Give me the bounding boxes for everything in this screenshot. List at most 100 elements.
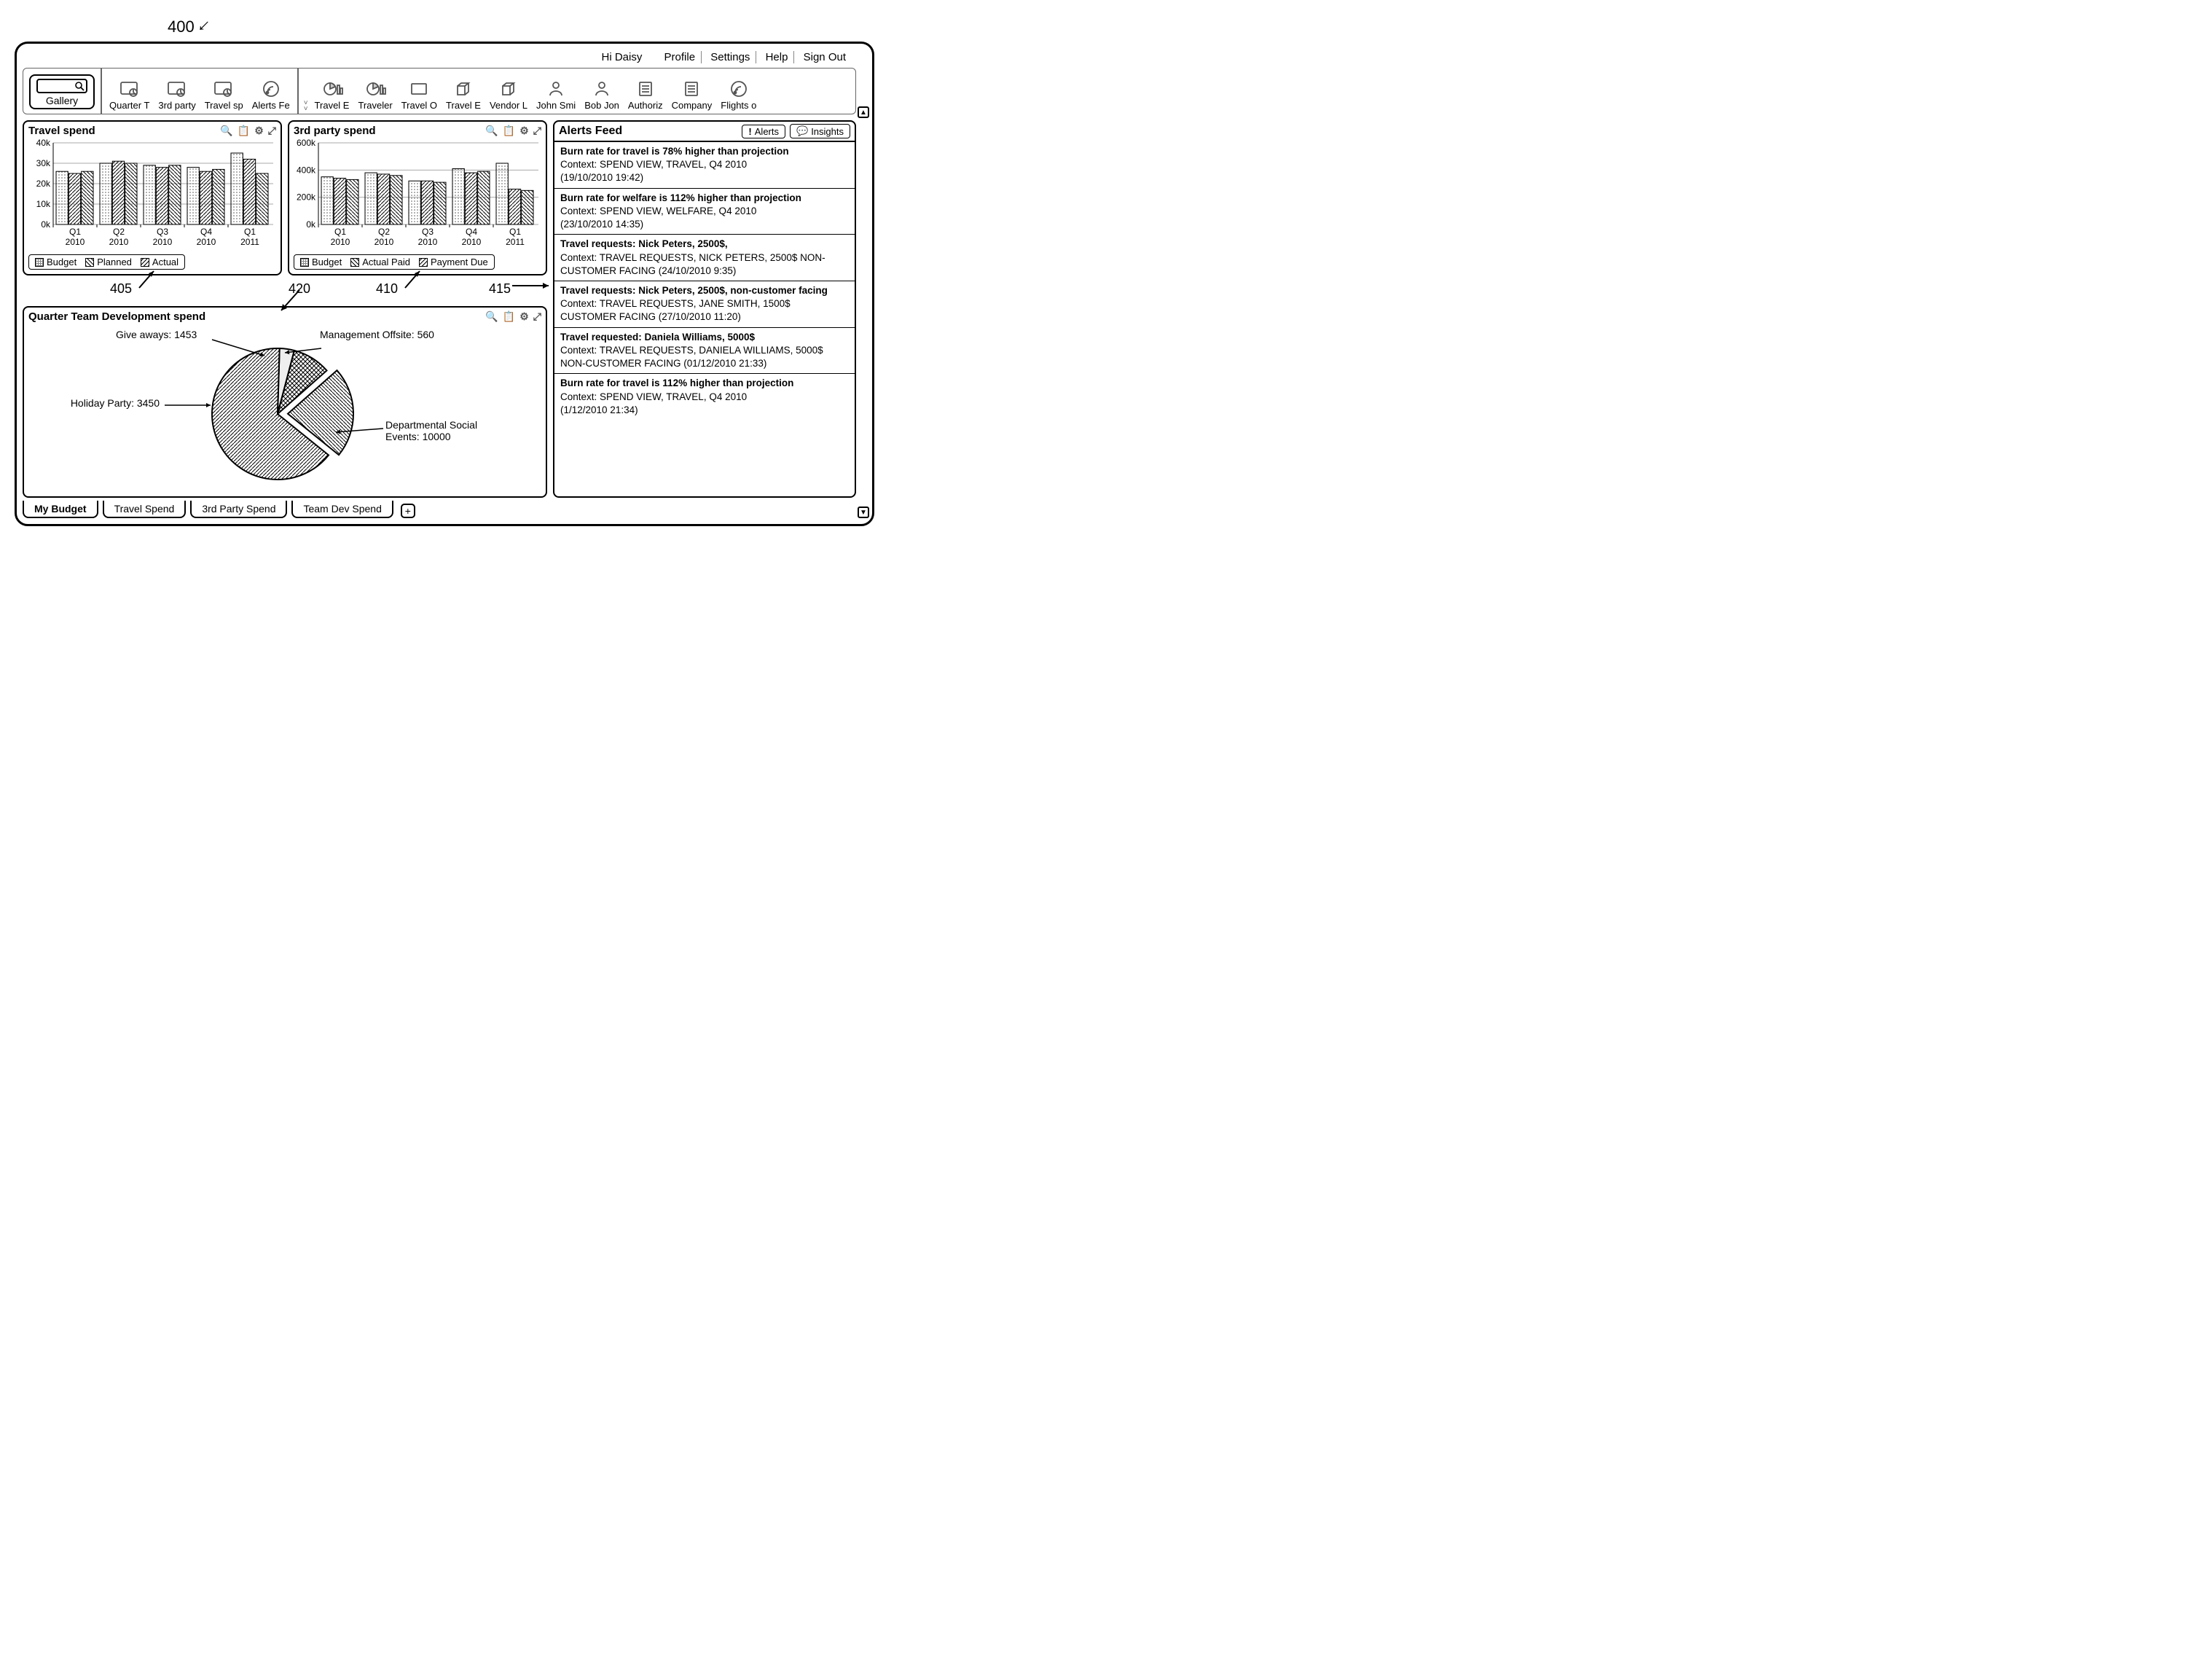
toolbar-item[interactable]: Traveler	[353, 78, 396, 112]
panel-title: Alerts Feed	[559, 125, 737, 138]
svg-text:2011: 2011	[506, 237, 525, 247]
panel-travel-spend: Travel spend 🔍 📋 ⚙ ⤢ 0k10k20k30k40kQ1201…	[23, 120, 282, 275]
link-help[interactable]: Help	[760, 51, 795, 63]
alert-item[interactable]: Burn rate for welfare is 112% higher tha…	[554, 189, 855, 235]
tab-3rd-party-spend[interactable]: 3rd Party Spend	[190, 501, 287, 518]
toolbar-label: John Smi	[536, 100, 576, 111]
scroll-up-button[interactable]: ▲	[858, 106, 869, 118]
tab-team-dev-spend[interactable]: Team Dev Spend	[291, 501, 393, 518]
svg-text:Q3: Q3	[422, 227, 434, 237]
toolbar-label: Travel O	[401, 100, 437, 111]
alert-title: Burn rate for travel is 112% higher than…	[560, 377, 849, 390]
alert-context: Context: TRAVEL REQUESTS, DANIELA WILLIA…	[560, 344, 849, 370]
legend-label: Actual	[152, 257, 179, 267]
figure-number: 400→	[168, 15, 2197, 37]
svg-text:2010: 2010	[109, 237, 129, 247]
expand-icon[interactable]: ⤢	[533, 125, 541, 137]
gallery-search[interactable]	[36, 79, 87, 93]
add-tab-button[interactable]: +	[401, 504, 415, 518]
legend-label: Planned	[97, 257, 132, 267]
alert-item[interactable]: Travel requests: Nick Peters, 2500$,Cont…	[554, 235, 855, 281]
alert-item[interactable]: Burn rate for travel is 78% higher than …	[554, 142, 855, 189]
gear-icon[interactable]: ⚙	[254, 125, 264, 137]
tab-insights[interactable]: 💬Insights	[790, 124, 850, 138]
svg-text:Q2: Q2	[113, 227, 125, 237]
zoom-icon[interactable]: 🔍	[485, 125, 498, 137]
legend-label: Budget	[312, 257, 342, 267]
toolbar-label: Bob Jon	[584, 100, 619, 111]
toolbar-item[interactable]: Bob Jon	[580, 78, 624, 112]
alert-timestamp: (23/10/2010 14:35)	[560, 218, 849, 231]
gear-icon[interactable]: ⚙	[519, 310, 529, 323]
alert-context: Context: SPEND VIEW, TRAVEL, Q4 2010	[560, 391, 849, 404]
expand-icon[interactable]: ⤢	[268, 125, 276, 137]
toolbar-item[interactable]: Alerts Fe	[248, 78, 294, 112]
app-window: Hi Daisy Profile Settings Help Sign Out …	[15, 42, 874, 526]
bottom-tabs: My Budget Travel Spend 3rd Party Spend T…	[23, 502, 856, 518]
tab-my-budget[interactable]: My Budget	[23, 501, 98, 518]
toolbar-item[interactable]: Quarter T	[105, 78, 154, 112]
toolbar-item[interactable]: Company	[667, 78, 717, 112]
gallery-button[interactable]: Gallery	[29, 74, 95, 109]
expand-icon[interactable]: ⤢	[533, 310, 541, 323]
toolbar-expand-icon[interactable]: ˅˅	[302, 101, 310, 112]
zoom-icon[interactable]: 🔍	[485, 310, 498, 323]
toolbar-item[interactable]: Travel sp	[200, 78, 248, 112]
tab-alerts[interactable]: !Alerts	[742, 125, 785, 138]
panel-alerts-feed: Alerts Feed !Alerts 💬Insights Burn rate …	[553, 120, 856, 498]
toolbar-item[interactable]: John Smi	[532, 78, 580, 112]
alert-timestamp: (19/10/2010 19:42)	[560, 171, 849, 184]
toolbar-item[interactable]: 3rd party	[154, 78, 200, 112]
alert-title: Travel requests: Nick Peters, 2500$, non…	[560, 284, 849, 297]
legend-label: Payment Due	[431, 257, 488, 267]
alert-context: Context: SPEND VIEW, TRAVEL, Q4 2010	[560, 158, 849, 171]
toolbar-item[interactable]: Flights o	[716, 78, 761, 112]
legend-label: Actual Paid	[362, 257, 410, 267]
gear-icon[interactable]: ⚙	[519, 125, 529, 137]
svg-text:2010: 2010	[66, 237, 85, 247]
svg-text:10k: 10k	[36, 199, 51, 209]
toolbar-item[interactable]: Authoriz	[624, 78, 667, 112]
legend: Budget Planned Actual	[28, 254, 185, 270]
panel-title: 3rd party spend	[294, 125, 376, 137]
toolbar-label: Travel E	[315, 100, 350, 111]
alert-context: Context: TRAVEL REQUESTS, JANE SMITH, 15…	[560, 297, 849, 324]
toolbar-label: Alerts Fe	[252, 100, 290, 111]
toolbar-label: Company	[672, 100, 713, 111]
alert-item[interactable]: Burn rate for travel is 112% higher than…	[554, 374, 855, 420]
clipboard-icon[interactable]: 📋	[503, 310, 515, 323]
zoom-icon[interactable]: 🔍	[220, 125, 232, 137]
alert-item[interactable]: Travel requested: Daniela Williams, 5000…	[554, 328, 855, 375]
tab-travel-spend[interactable]: Travel Spend	[103, 501, 187, 518]
toolbar-label: 3rd party	[158, 100, 195, 111]
svg-text:2010: 2010	[462, 237, 482, 247]
toolbar-item[interactable]: Travel E	[310, 78, 354, 112]
panel-title: Travel spend	[28, 125, 95, 137]
toolbar-label: Authoriz	[628, 100, 663, 111]
gallery-label: Gallery	[36, 95, 87, 106]
link-profile[interactable]: Profile	[659, 51, 702, 63]
panel-title: Quarter Team Development spend	[28, 310, 205, 323]
link-settings[interactable]: Settings	[705, 51, 756, 63]
toolbar-item[interactable]: Travel O	[397, 78, 442, 112]
svg-text:30k: 30k	[36, 158, 51, 168]
clipboard-icon[interactable]: 📋	[238, 125, 250, 137]
svg-text:2010: 2010	[418, 237, 438, 247]
link-signout[interactable]: Sign Out	[798, 51, 852, 63]
alert-item[interactable]: Travel requests: Nick Peters, 2500$, non…	[554, 281, 855, 328]
pie-label-dept: Departmental Social Events: 10000	[385, 419, 509, 442]
svg-text:Q1: Q1	[509, 227, 521, 237]
alert-title: Travel requested: Daniela Williams, 5000…	[560, 331, 849, 344]
scroll-down-button[interactable]: ▼	[858, 506, 869, 518]
clipboard-icon[interactable]: 📋	[503, 125, 515, 137]
toolbar-label: Travel sp	[205, 100, 243, 111]
speech-icon: 💬	[796, 125, 808, 137]
alert-context: Context: SPEND VIEW, WELFARE, Q4 2010	[560, 205, 849, 218]
svg-text:2011: 2011	[240, 237, 259, 247]
toolbar-label: Flights o	[721, 100, 756, 111]
svg-text:200k: 200k	[297, 192, 316, 203]
travel-spend-chart: 0k10k20k30k40kQ12010Q22010Q32010Q42010Q1…	[28, 138, 276, 248]
toolbar-item[interactable]: Travel E	[442, 78, 485, 112]
legend-label: Budget	[47, 257, 77, 267]
toolbar-item[interactable]: Vendor L	[485, 78, 532, 112]
